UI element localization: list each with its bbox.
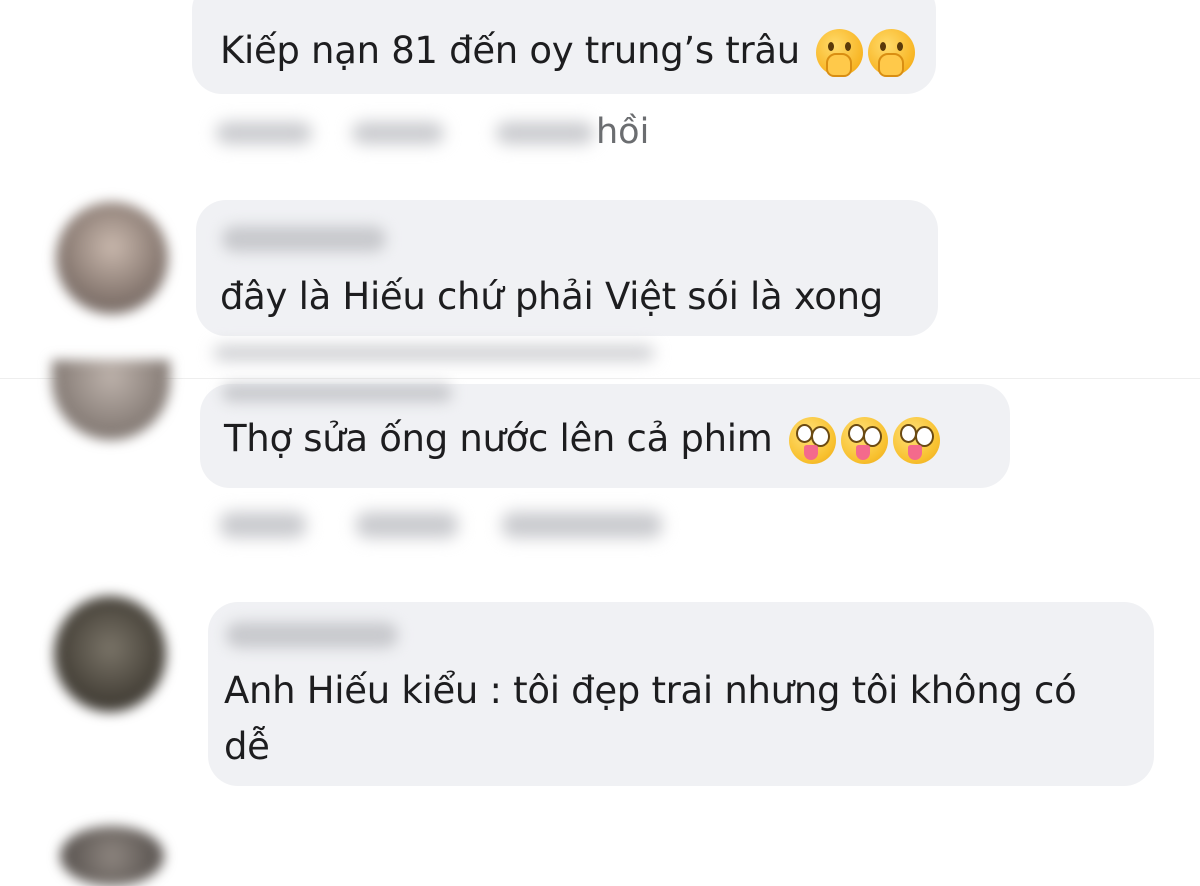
avatar[interactable]	[56, 202, 168, 314]
like-link-blurred[interactable]	[352, 122, 444, 144]
comment-text: Kiếp nạn 81 đến oy trung’s trâu	[220, 20, 916, 82]
hand-over-mouth-emoji	[816, 29, 864, 77]
commenter-name-blurred[interactable]	[222, 384, 452, 402]
comment-text-line-2: dễ	[224, 725, 270, 768]
reply-link-blurred[interactable]	[496, 122, 594, 144]
timestamp-blurred	[216, 122, 312, 144]
like-link-blurred[interactable]	[356, 512, 458, 538]
avatar[interactable]	[60, 826, 164, 886]
section-divider	[0, 378, 1200, 379]
comment-text-line-1: Anh Hiếu kiểu : tôi đẹp trai nhưng tôi k…	[224, 669, 1077, 712]
zany-face-emoji	[788, 417, 836, 464]
commenter-name-blurred[interactable]	[222, 226, 386, 252]
comment-text-content: Kiếp nạn 81 đến oy trung’s trâu	[220, 29, 800, 72]
comment-actions-blurred	[214, 346, 654, 360]
avatar[interactable]	[52, 360, 170, 440]
hand-over-mouth-emoji	[868, 29, 916, 77]
reply-link-blurred[interactable]	[502, 512, 662, 538]
timestamp-blurred	[220, 512, 306, 538]
comment-text-content: Thợ sửa ống nước lên cả phim	[224, 417, 773, 460]
zany-face-emoji	[892, 417, 940, 464]
comment-text: đây là Hiếu chứ phải Việt sói là xong	[220, 275, 883, 318]
commenter-name-blurred[interactable]	[226, 622, 398, 648]
reply-link-partial[interactable]: hồi	[596, 112, 649, 152]
zany-face-emoji	[840, 417, 888, 464]
comment-text: Thợ sửa ống nước lên cả phim	[224, 408, 940, 470]
avatar[interactable]	[54, 596, 166, 712]
